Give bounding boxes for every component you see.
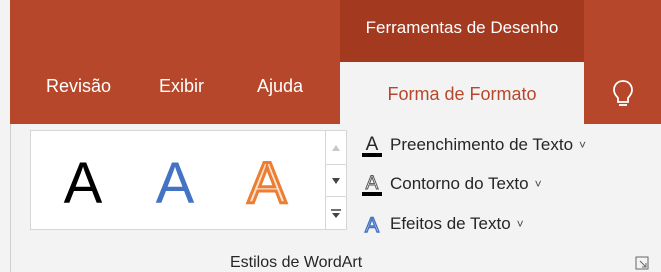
wordart-style-orange-outline[interactable]: A <box>235 149 299 214</box>
more-icon <box>331 208 341 218</box>
lightbulb-icon[interactable] <box>608 76 638 112</box>
chevron-down-icon: ˅ <box>579 138 587 152</box>
svg-text:A: A <box>365 214 379 237</box>
text-effects-label: Efeitos de Texto <box>390 214 511 233</box>
text-effects-icon: A <box>360 211 384 237</box>
svg-text:A: A <box>248 151 287 213</box>
wordart-a-orange: A <box>246 150 288 214</box>
group-label: Estilos de WordArt <box>230 254 363 271</box>
svg-text:A: A <box>366 173 379 194</box>
tab-forma-de-formato-label: Forma de Formato <box>387 84 537 104</box>
caret-down-icon <box>332 177 340 184</box>
contextual-tab-header: Ferramentas de Desenho <box>340 0 584 62</box>
gallery-more-button[interactable] <box>326 197 346 230</box>
chevron-down-icon: ˅ <box>534 177 542 191</box>
text-effects-button[interactable]: A Efeitos de Texto ˅ <box>360 209 524 239</box>
gallery-scroll-down-button[interactable] <box>326 164 346 197</box>
text-outline-label: Contorno do Texto <box>390 174 529 193</box>
svg-text:A: A <box>64 151 103 213</box>
ribbon-body-edge <box>10 124 11 272</box>
gallery-scroll <box>325 130 347 230</box>
wordart-style-black[interactable]: A <box>51 149 115 213</box>
tab-revisao[interactable]: Revisão <box>46 76 111 97</box>
tab-forma-de-formato[interactable]: Forma de Formato <box>340 62 584 124</box>
text-outline-icon: A <box>360 171 384 197</box>
text-fill-icon: A <box>360 132 384 158</box>
text-outline-button[interactable]: A Contorno do Texto ˅ <box>360 169 542 199</box>
gallery-scroll-up-button[interactable] <box>326 131 346 164</box>
wordart-a-blue: A <box>156 151 195 213</box>
tab-exibir[interactable]: Exibir <box>159 76 204 97</box>
wordart-gallery[interactable]: A A A <box>30 130 325 230</box>
text-fill-label: Preenchimento de Texto <box>390 135 574 154</box>
caret-up-icon <box>332 144 340 151</box>
chevron-down-icon: ˅ <box>516 217 524 231</box>
wordart-style-blue[interactable]: A <box>143 149 207 213</box>
contextual-title: Ferramentas de Desenho <box>365 18 559 37</box>
svg-text:A: A <box>366 134 379 155</box>
tab-ajuda[interactable]: Ajuda <box>257 76 303 97</box>
text-fill-button[interactable]: A Preenchimento de Texto ˅ <box>360 130 586 160</box>
dialog-launcher-icon[interactable] <box>635 256 649 270</box>
svg-text:A: A <box>156 151 195 213</box>
wordart-a-black: A <box>64 151 103 213</box>
